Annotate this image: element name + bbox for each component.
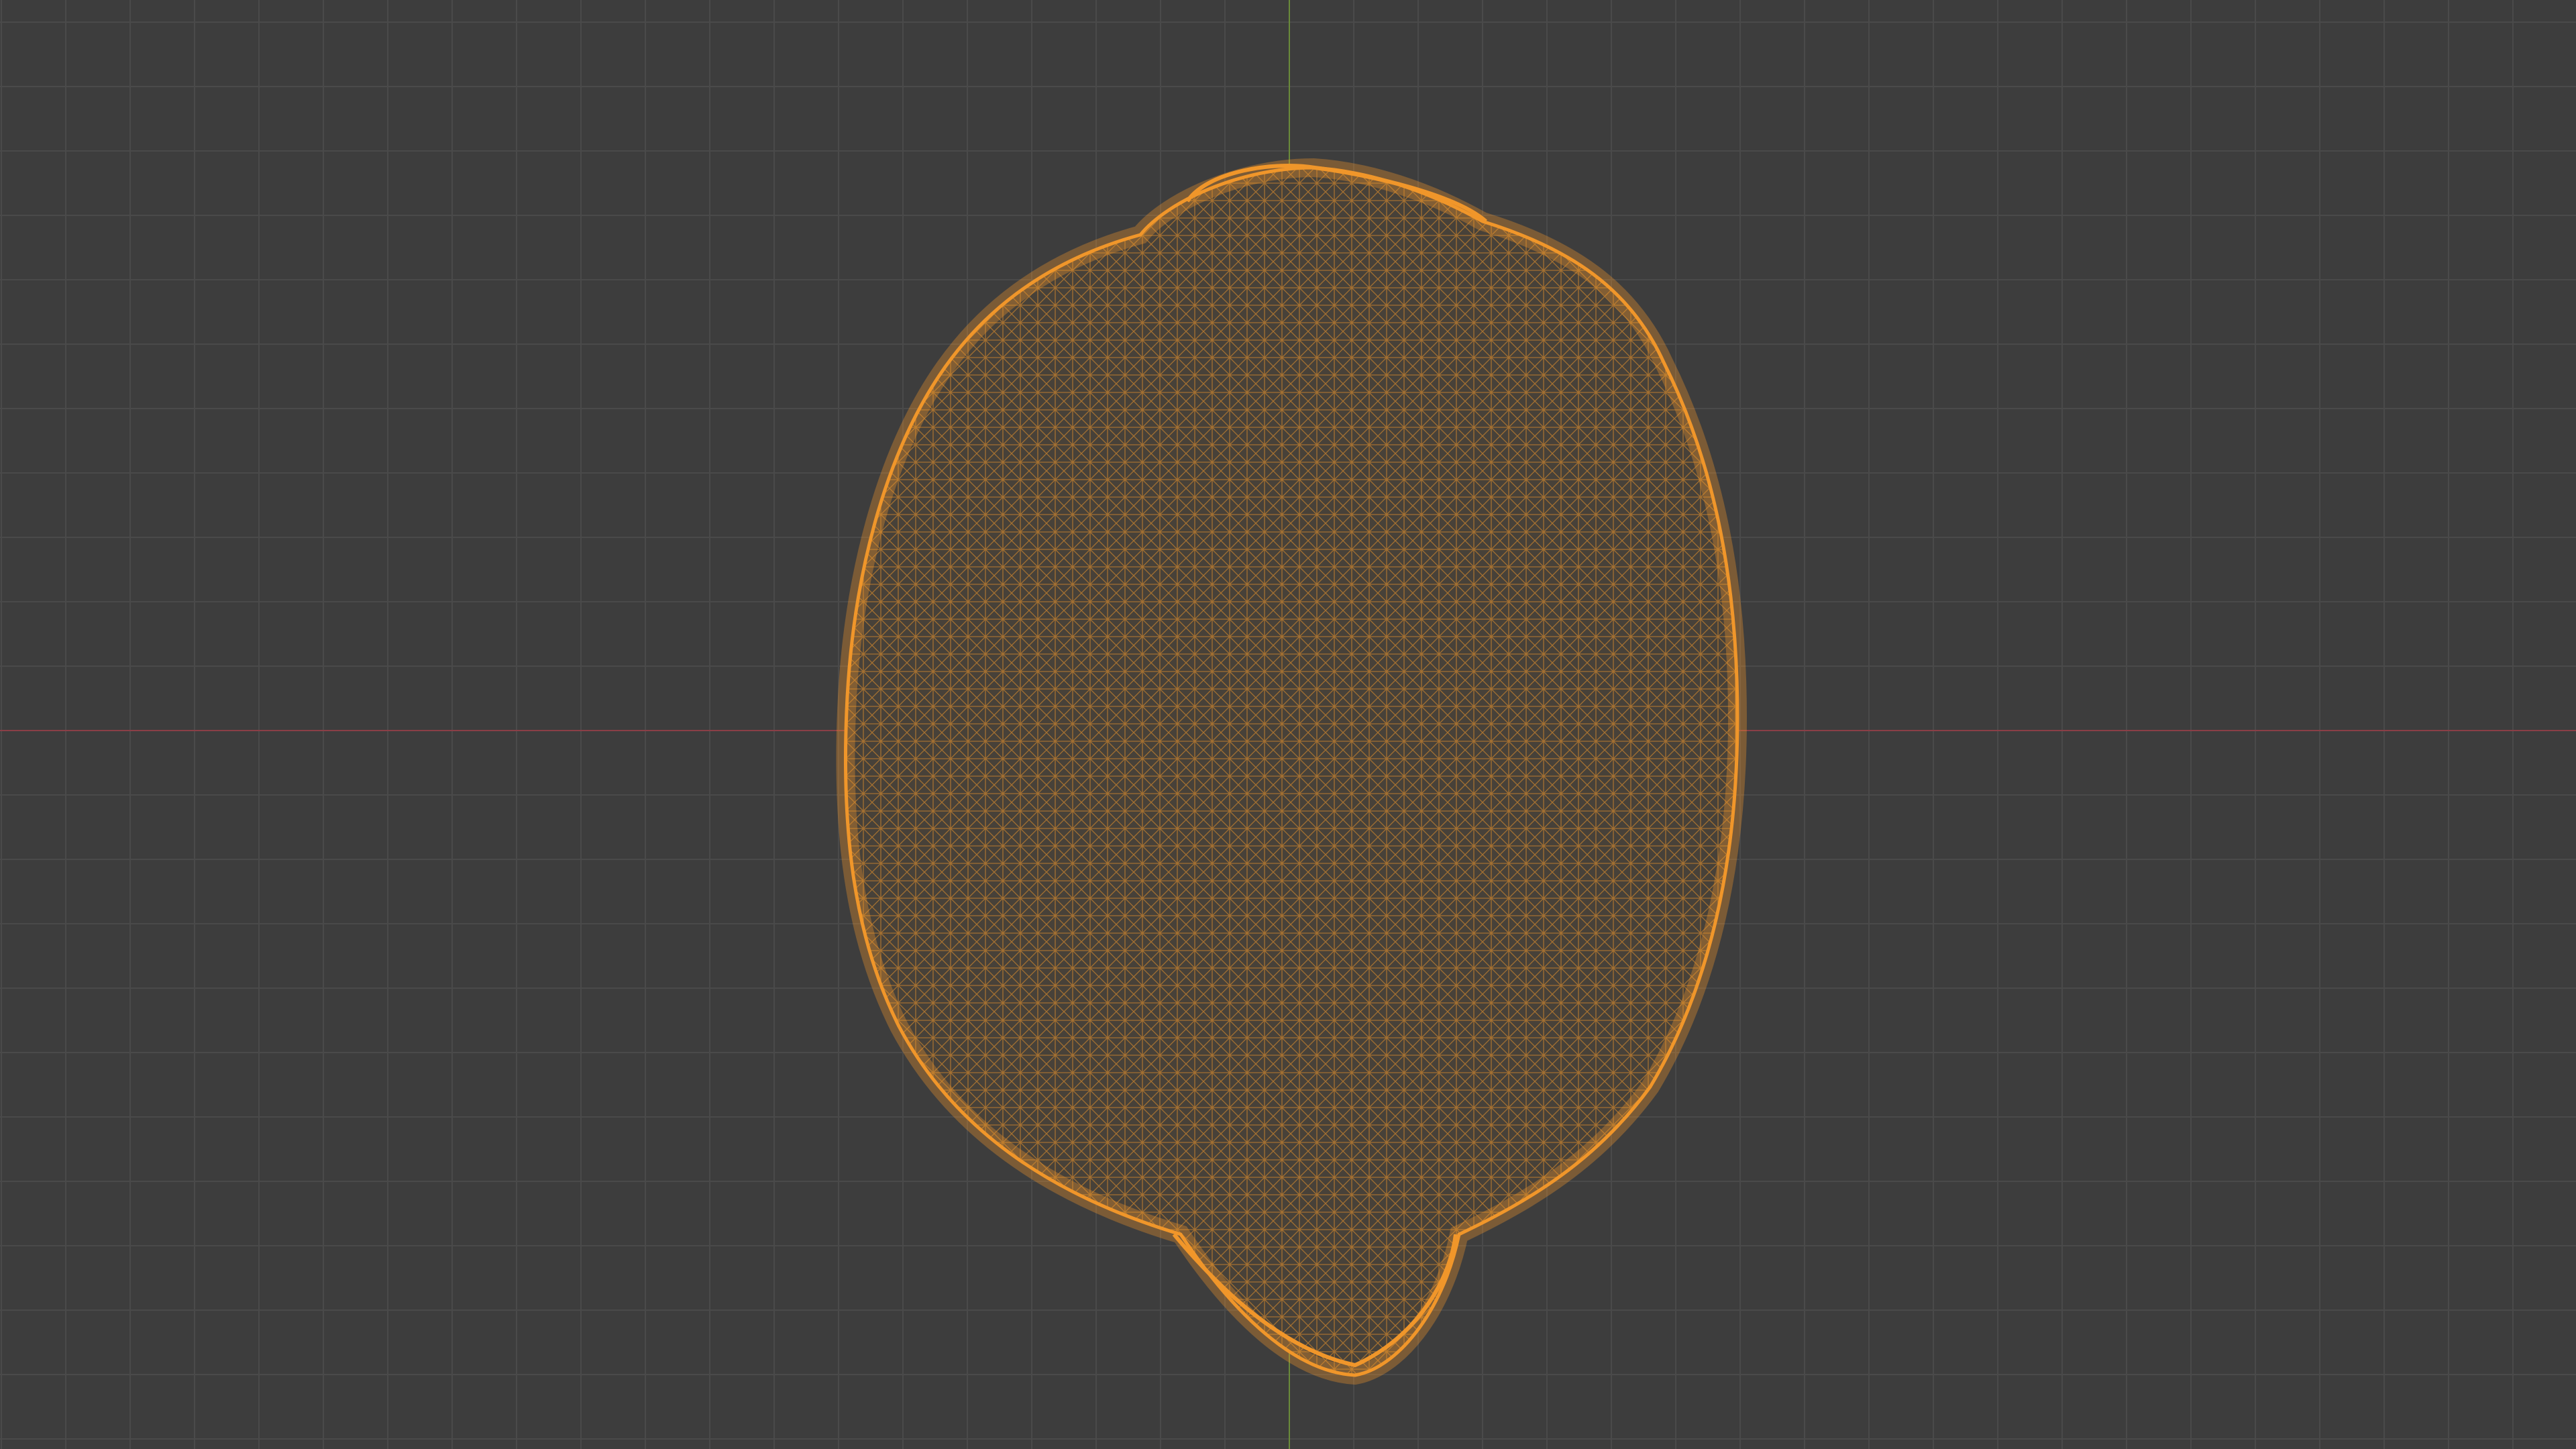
3d-viewport[interactable]	[0, 0, 2576, 1449]
lemon-mesh-object[interactable]	[805, 134, 1778, 1409]
viewport-canvas[interactable]	[0, 0, 2576, 1449]
